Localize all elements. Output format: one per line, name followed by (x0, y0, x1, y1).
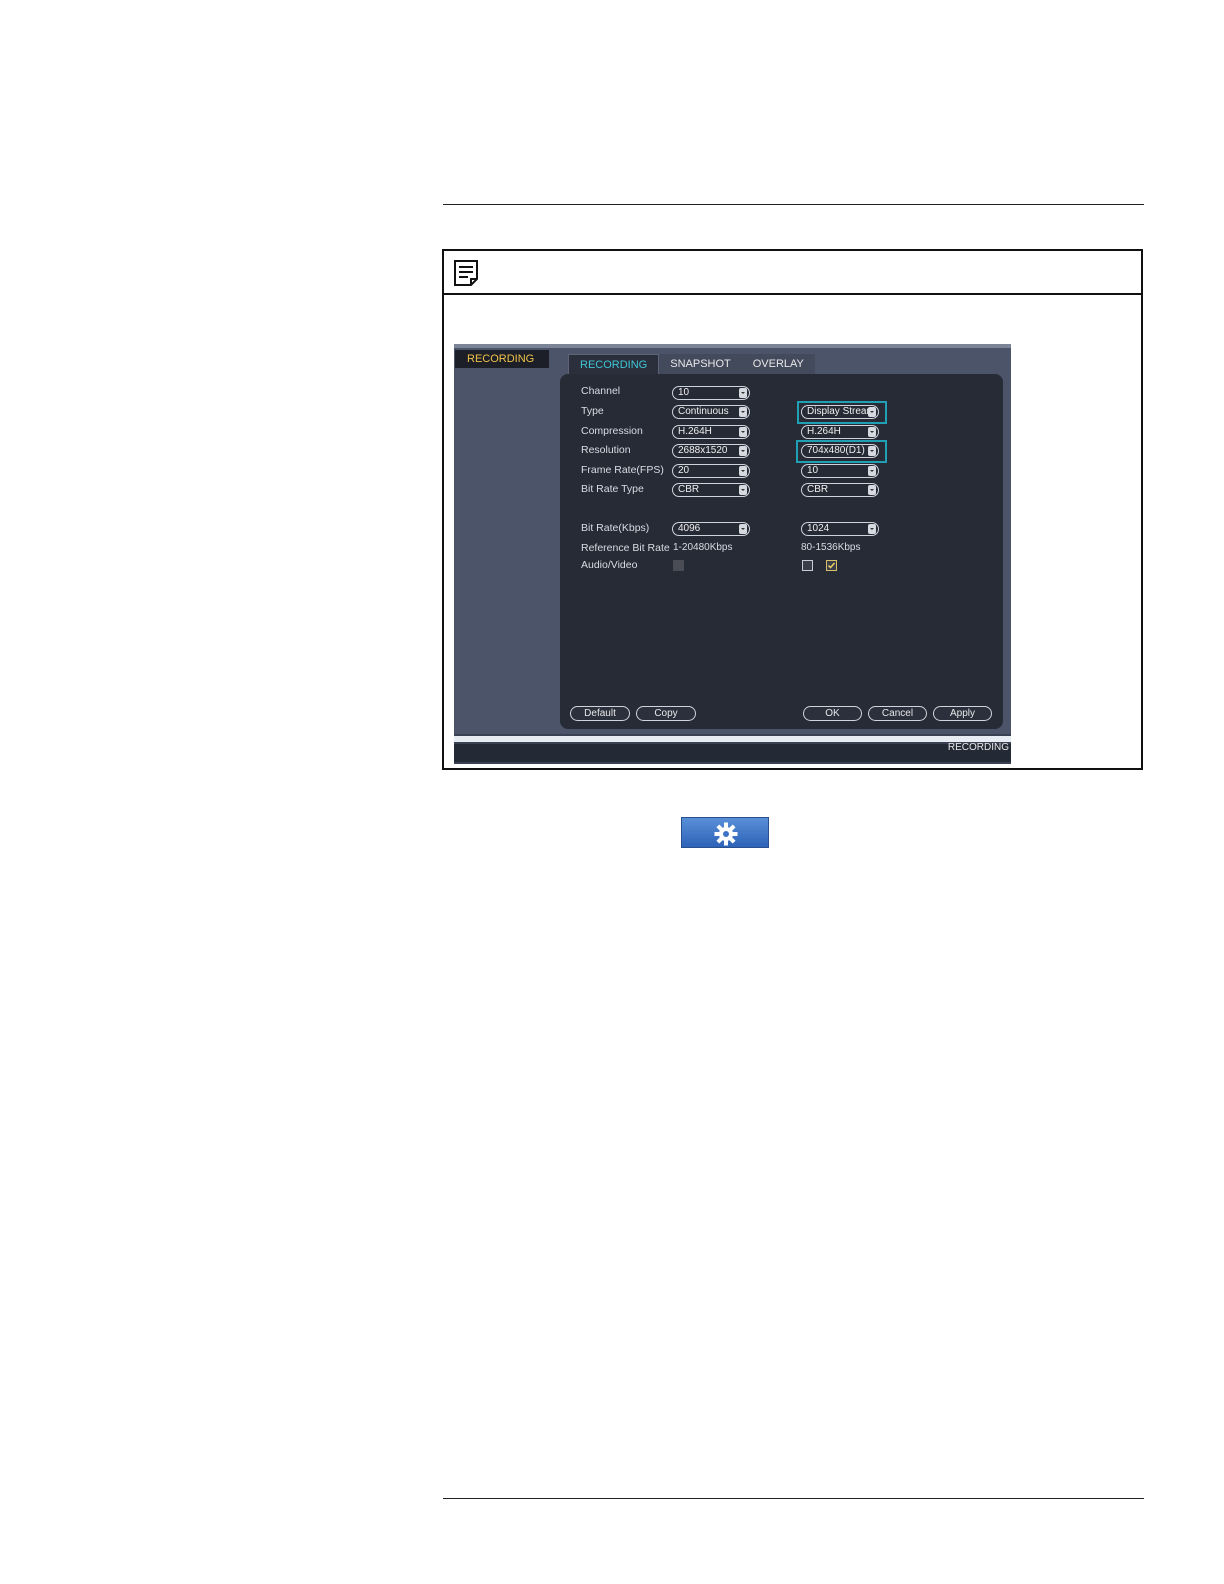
sidebar-item-recording[interactable]: RECORDING (455, 350, 549, 368)
note-icon (454, 260, 478, 286)
bit-rate-main-select[interactable]: 4096 (672, 522, 750, 536)
chevron-down-icon (868, 466, 876, 476)
bit-rate-sub-select[interactable]: 1024 (801, 522, 879, 536)
compression-main-value: H.264H (678, 426, 712, 437)
audio-video-label: Audio/Video (581, 559, 638, 571)
resolution-label: Resolution (581, 444, 631, 456)
type-sub-select[interactable]: Display Strear (801, 405, 879, 419)
bottom-bar-highlight (454, 736, 1011, 742)
type-sub-value: Display Strear (807, 406, 870, 417)
resolution-main-value: 2688x1520 (678, 445, 728, 456)
frame-rate-sub-value: 10 (807, 465, 819, 476)
compression-label: Compression (581, 425, 643, 437)
chevron-down-icon (739, 466, 747, 476)
type-main-select[interactable]: Continuous (672, 405, 750, 419)
compression-main-select[interactable]: H.264H (672, 425, 750, 439)
resolution-sub-select[interactable]: 704x480(D1) (801, 444, 879, 458)
bottom-bar-status (454, 744, 1011, 762)
compression-sub-value: H.264H (807, 426, 841, 437)
recording-settings-screenshot: RECORDING RECORDING SNAPSHOT OVERLAY Cha… (454, 344, 1011, 764)
note-box: RECORDING RECORDING SNAPSHOT OVERLAY Cha… (442, 249, 1143, 770)
channel-label: Channel (581, 385, 621, 397)
frame-rate-label: Frame Rate(FPS) (581, 464, 664, 476)
chevron-down-icon (868, 407, 876, 417)
tab-bar: RECORDING SNAPSHOT OVERLAY (568, 354, 815, 374)
audio-video-sub-checkbox[interactable] (802, 560, 813, 571)
settings-panel: Channel 10 Type Continuous Display Strea… (560, 374, 1003, 729)
chevron-down-icon (739, 388, 747, 398)
bottom-status-label: RECORDING (947, 742, 1009, 753)
resolution-main-select[interactable]: 2688x1520 (672, 444, 750, 458)
chevron-down-icon (739, 407, 747, 417)
header-rule (443, 204, 1144, 205)
settings-button[interactable] (681, 817, 769, 848)
bit-rate-type-sub-value: CBR (807, 484, 829, 495)
frame-rate-main-value: 20 (678, 465, 690, 476)
tab-snapshot[interactable]: SNAPSHOT (659, 354, 742, 374)
bit-rate-main-value: 4096 (678, 523, 701, 534)
copy-button[interactable]: Copy (636, 706, 696, 721)
bit-rate-type-sub-select[interactable]: CBR (801, 483, 879, 497)
check-icon (827, 562, 836, 569)
note-header (444, 251, 1141, 295)
frame-rate-sub-select[interactable]: 10 (801, 464, 879, 478)
audio-video-main-checkbox[interactable] (673, 560, 684, 571)
type-main-value: Continuous (678, 406, 729, 417)
bit-rate-label: Bit Rate(Kbps) (581, 522, 650, 534)
bit-rate-type-label: Bit Rate Type (581, 483, 644, 495)
bit-rate-type-main-value: CBR (678, 484, 700, 495)
type-label: Type (581, 405, 604, 417)
chevron-down-icon (868, 427, 876, 437)
chevron-down-icon (868, 485, 876, 495)
chevron-down-icon (739, 485, 747, 495)
audio-video-checked-checkbox[interactable] (826, 560, 837, 571)
reference-bit-rate-label: Reference Bit Rate (581, 542, 670, 554)
tab-recording[interactable]: RECORDING (568, 354, 660, 374)
ok-button[interactable]: OK (803, 706, 862, 721)
frame-rate-main-select[interactable]: 20 (672, 464, 750, 478)
bit-rate-type-main-select[interactable]: CBR (672, 483, 750, 497)
chevron-down-icon (739, 427, 747, 437)
cancel-button[interactable]: Cancel (868, 706, 927, 721)
bit-rate-sub-value: 1024 (807, 523, 830, 534)
chevron-down-icon (739, 524, 747, 534)
chevron-down-icon (739, 446, 747, 456)
channel-value: 10 (678, 387, 690, 398)
footer-rule (443, 1498, 1144, 1499)
apply-button[interactable]: Apply (933, 706, 992, 721)
chevron-down-icon (868, 446, 876, 456)
channel-select[interactable]: 10 (672, 386, 750, 400)
reference-main-value: 1-20480Kbps (673, 542, 733, 553)
reference-sub-value: 80-1536Kbps (801, 542, 861, 553)
tab-overlay[interactable]: OVERLAY (741, 354, 815, 374)
chevron-down-icon (868, 524, 876, 534)
resolution-sub-value: 704x480(D1) (807, 445, 865, 456)
compression-sub-select[interactable]: H.264H (801, 425, 879, 439)
top-strip (454, 344, 1011, 348)
bottom-bar: RECORDING (454, 734, 1011, 764)
gear-icon (714, 822, 738, 846)
default-button[interactable]: Default (570, 706, 630, 721)
